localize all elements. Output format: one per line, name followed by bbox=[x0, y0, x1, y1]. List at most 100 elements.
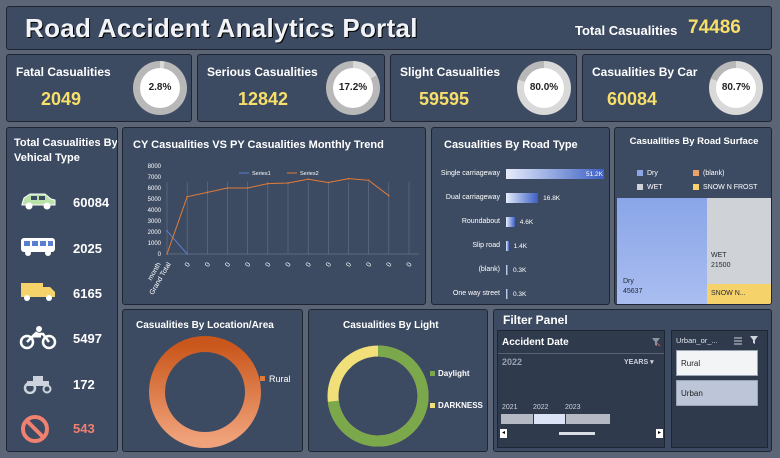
kpi-car-pct: 80.7% bbox=[721, 82, 751, 93]
urban-rural-slicer[interactable]: Urban_or_... Rural Urban bbox=[671, 330, 768, 448]
location-legend-swatch bbox=[260, 376, 265, 381]
y-tick-label: 1000 bbox=[148, 241, 162, 247]
vehicle-type-panel: Total Casualities By Vehical Type 60084 … bbox=[6, 127, 118, 452]
kpi-fatal-label: Fatal Casualities bbox=[16, 65, 111, 79]
vehicle-truck-count: 6165 bbox=[73, 286, 102, 301]
timeline-cell-2023[interactable] bbox=[566, 414, 610, 424]
legend-snow-label: SNOW N FROST bbox=[703, 184, 758, 191]
kpi-car-value: 60084 bbox=[607, 89, 658, 109]
vehicle-other-count: 543 bbox=[73, 421, 95, 436]
timeline-cell-2022[interactable] bbox=[534, 414, 565, 424]
treemap-snow-label: SNOW N... bbox=[711, 290, 746, 297]
legend-wet: WET bbox=[637, 184, 663, 191]
road-type-value-label: 51.2K bbox=[586, 171, 603, 178]
vehicle-row-tractor: 172 bbox=[19, 370, 117, 400]
road-type-value-label: 1.4K bbox=[513, 243, 528, 250]
legend-dry-label: Dry bbox=[647, 170, 658, 177]
filter-clear-icon[interactable] bbox=[749, 335, 759, 345]
light-legend-darkness-swatch bbox=[430, 403, 435, 408]
year-label-2023: 2023 bbox=[565, 404, 581, 411]
vehicle-row-other: 543 bbox=[19, 414, 117, 444]
vehicle-car-count: 60084 bbox=[73, 195, 110, 210]
year-label-2021: 2021 bbox=[502, 404, 518, 411]
road-type-bar bbox=[506, 241, 509, 251]
period-dropdown[interactable]: YEARS ▾ bbox=[624, 358, 654, 366]
kpi-serious-label: Serious Casualities bbox=[207, 65, 318, 79]
x-tick-label: 0 bbox=[244, 261, 252, 268]
kpi-fatal-pct: 2.8% bbox=[148, 82, 172, 93]
clear-filter-icon[interactable] bbox=[651, 337, 661, 347]
x-tick-label: 0 bbox=[365, 261, 373, 268]
trend-series-1-point bbox=[186, 253, 188, 255]
kpi-fatal: Fatal Casualities 2049 2.8% bbox=[6, 54, 192, 122]
option-urban[interactable]: Urban bbox=[676, 380, 758, 406]
bus-icon bbox=[21, 238, 55, 256]
kpi-fatal-value: 2049 bbox=[41, 89, 82, 109]
road-type-category-label: Dual carriageway bbox=[445, 194, 500, 201]
treemap-dry: Dry 45637 bbox=[617, 198, 707, 304]
light-panel: Casualities By Light Daylight DARKNESS bbox=[308, 309, 488, 452]
vehicle-tractor-count: 172 bbox=[73, 377, 95, 392]
x-tick-label: 0 bbox=[285, 261, 293, 268]
legend-snow: SNOW N FROST bbox=[693, 184, 757, 191]
header-bar: Road Accident Analytics Portal Total Cas… bbox=[6, 6, 772, 50]
timeline-scrollbar[interactable] bbox=[559, 432, 595, 435]
scroll-left-icon[interactable]: ◂ bbox=[500, 429, 507, 438]
option-rural[interactable]: Rural bbox=[676, 350, 758, 376]
x-tick-label: 0 bbox=[386, 261, 394, 268]
road-type-value-label: 4.6K bbox=[519, 219, 534, 226]
tractor-icon bbox=[23, 376, 52, 394]
total-casualities-value: 74486 bbox=[688, 17, 741, 38]
urban-rural-slicer-label: Urban_or_... bbox=[676, 336, 718, 345]
y-tick-label: 5000 bbox=[148, 197, 162, 203]
year-label-2022: 2022 bbox=[533, 404, 549, 411]
vehicle-row-truck: 6165 bbox=[19, 279, 117, 309]
vehicle-row-car: 60084 bbox=[19, 188, 117, 218]
trend-series-2-point bbox=[206, 191, 209, 194]
timeline-cell-2021[interactable] bbox=[501, 414, 533, 424]
light-legend-daylight-swatch bbox=[430, 371, 435, 376]
light-legend-darkness: DARKNESS bbox=[438, 401, 483, 410]
y-tick-label: 2000 bbox=[148, 230, 162, 236]
road-type-category-label: (blank) bbox=[478, 266, 500, 273]
legend-blank-label: (blank) bbox=[703, 170, 725, 177]
car-icon bbox=[21, 193, 56, 210]
trend-series-2-point bbox=[347, 177, 350, 180]
trend-series-2-point bbox=[166, 253, 168, 255]
truck-icon bbox=[21, 283, 55, 301]
kpi-serious-pct: 17.2% bbox=[338, 82, 368, 93]
road-type-value-label: 0.3K bbox=[513, 267, 527, 274]
legend-dry: Dry bbox=[637, 170, 658, 177]
trend-series-1-line bbox=[166, 230, 188, 255]
x-tick-label: 0 bbox=[325, 261, 333, 268]
date-timeline-slicer[interactable]: Accident Date 2022 YEARS ▾ 2021 2022 202… bbox=[497, 330, 665, 448]
kpi-slight-pct: 80.0% bbox=[529, 82, 559, 93]
road-type-bar bbox=[506, 217, 515, 227]
road-type-category-label: Roundabout bbox=[461, 218, 500, 225]
vehicle-panel-title: Total Casualities By Vehical Type bbox=[14, 137, 118, 164]
kpi-serious-ring: 17.2% bbox=[326, 61, 380, 115]
y-tick-label: 0 bbox=[158, 252, 162, 258]
road-type-bar bbox=[506, 193, 539, 203]
road-surface-panel: Casualities By Road Surface Dry (blank) … bbox=[614, 127, 772, 305]
kpi-serious-value: 12842 bbox=[238, 89, 289, 109]
trend-line-chart: Series1 Series2 0 1000 2000 3000 4000 5000 6000… bbox=[147, 164, 419, 296]
prohibited-icon bbox=[21, 415, 49, 443]
trend-series-2-point bbox=[246, 187, 249, 189]
kpi-car-ring: 80.7% bbox=[709, 61, 763, 115]
x-tick-label: 0 bbox=[224, 261, 232, 268]
multi-select-icon[interactable] bbox=[733, 336, 743, 345]
legend-wet-label: WET bbox=[647, 184, 663, 191]
road-type-bar bbox=[506, 289, 508, 299]
treemap-dry-value: 45637 bbox=[623, 288, 643, 295]
trend-series-1-point bbox=[166, 230, 168, 232]
scroll-right-icon[interactable]: ▸ bbox=[656, 429, 663, 438]
treemap-wet: WET 21500 bbox=[707, 198, 771, 284]
trend-series-2-point bbox=[307, 178, 309, 180]
treemap-dry-label: Dry bbox=[623, 278, 634, 285]
road-type-bar bbox=[506, 265, 508, 275]
x-tick-label: 0 bbox=[265, 261, 273, 268]
vehicle-row-bus: 2025 bbox=[19, 234, 117, 264]
kpi-car-label: Casualities By Car bbox=[592, 65, 698, 79]
trend-series-2-point bbox=[388, 194, 390, 197]
